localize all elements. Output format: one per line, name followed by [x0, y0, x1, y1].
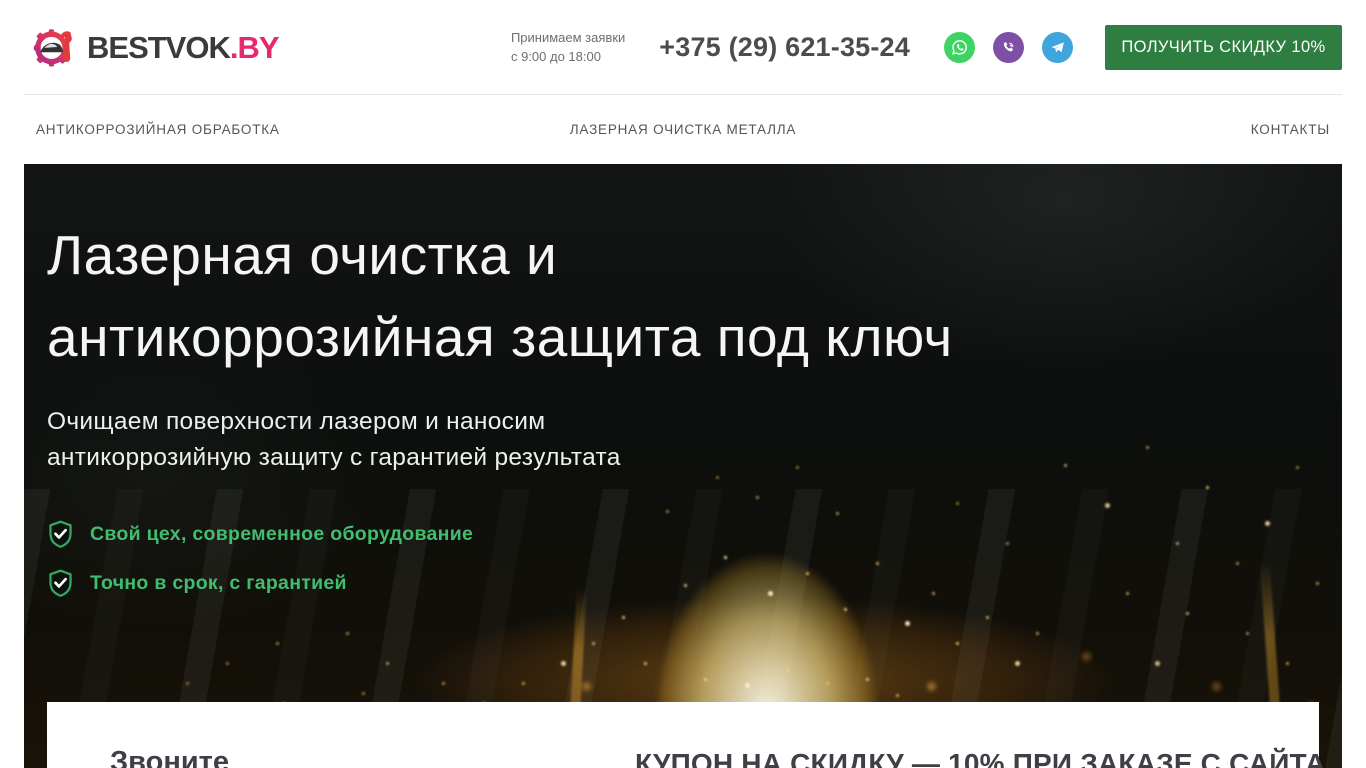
nav-item-laser-cleaning[interactable]: ЛАЗЕРНАЯ ОЧИСТКА МЕТАЛЛА — [570, 122, 796, 137]
hero-section: Лазерная очистка и антикоррозийная защит… — [24, 164, 1342, 768]
hero-title: Лазерная очистка и антикоррозийная защит… — [47, 214, 953, 378]
coupon-heading: КУПОН НА СКИДКУ — 10% ПРИ ЗАКАЗЕ С САЙТА — [635, 748, 1326, 768]
working-hours-line1: Принимаем заявки — [510, 29, 626, 45]
hero-subtitle: Очищаем поверхности лазером и наносим ан… — [47, 404, 621, 476]
logo-tld: .BY — [229, 29, 280, 65]
logo[interactable]: BESTVOK.BY — [32, 24, 280, 70]
feature-label: Точно в срок, с гарантией — [90, 572, 347, 594]
coupon-card: Звоните КУПОН НА СКИДКУ — 10% ПРИ ЗАКАЗЕ… — [47, 702, 1325, 768]
logo-gear-car-wrench-icon — [32, 24, 78, 70]
sparks-glow-decor — [24, 164, 29, 169]
logo-brand: BESTVOK — [87, 29, 231, 65]
call-heading: Звоните — [110, 746, 230, 768]
header: BESTVOK.BY Принимаем заявки с 9:00 до 18… — [24, 0, 1342, 95]
logo-text: BESTVOK.BY — [87, 29, 280, 65]
get-discount-button[interactable]: ПОЛУЧИТЬ СКИДКУ 10% — [1105, 24, 1342, 70]
nav-item-anticorrosion[interactable]: АНТИКОРРОЗИЙНАЯ ОБРАБОТКА — [36, 122, 280, 137]
telegram-icon[interactable] — [1042, 31, 1073, 63]
social-links — [944, 31, 1073, 63]
feature-label: Свой цех, современное оборудование — [90, 523, 474, 545]
working-hours: Принимаем заявки с 9:00 до 18:00 — [511, 28, 625, 67]
whatsapp-icon[interactable] — [944, 31, 975, 63]
hero-title-line1: Лазерная очистка и — [47, 224, 558, 286]
hero-subtitle-line2: антикоррозийную защиту с гарантией резул… — [47, 444, 621, 471]
shield-check-icon — [47, 520, 74, 549]
sparks-decor — [24, 164, 27, 167]
feature-item: Точно в срок, с гарантией — [47, 569, 473, 598]
hero-features: Свой цех, современное оборудование Точно… — [47, 520, 473, 598]
hero-subtitle-line1: Очищаем поверхности лазером и наносим — [47, 408, 546, 435]
shield-check-icon — [47, 569, 74, 598]
hero-title-line2: антикоррозийная защита под ключ — [47, 306, 953, 368]
main-nav: АНТИКОРРОЗИЙНАЯ ОБРАБОТКА ЛАЗЕРНАЯ ОЧИСТ… — [24, 95, 1342, 164]
viber-icon[interactable] — [993, 31, 1024, 63]
phone-link[interactable]: +375 (29) 621-35-24 — [659, 32, 910, 63]
working-hours-line2: с 9:00 до 18:00 — [510, 49, 601, 64]
feature-item: Свой цех, современное оборудование — [47, 520, 473, 549]
nav-item-contacts[interactable]: КОНТАКТЫ — [1251, 122, 1330, 137]
